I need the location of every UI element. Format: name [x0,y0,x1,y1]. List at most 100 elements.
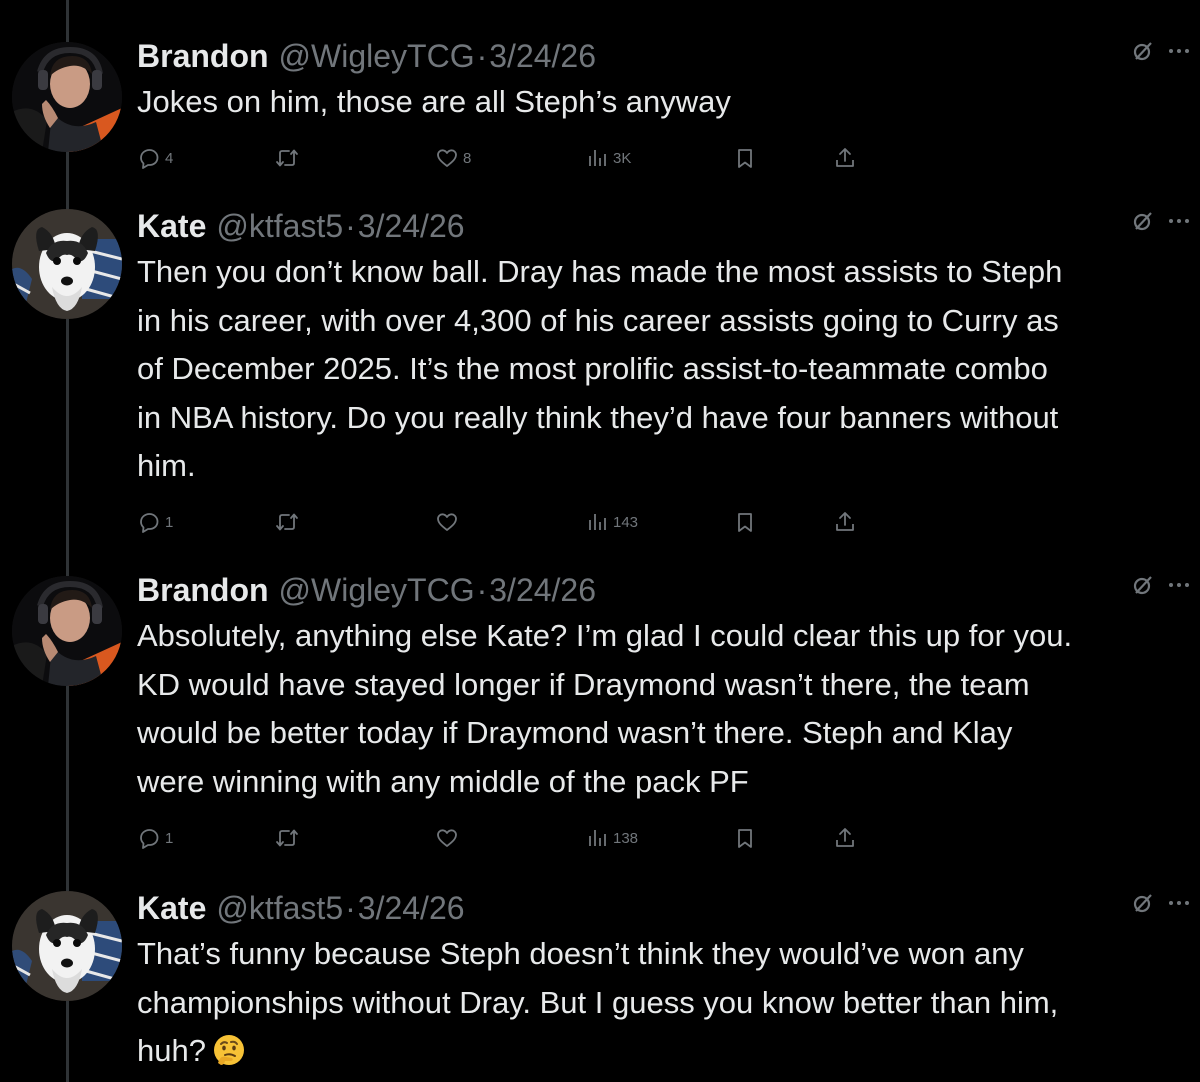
display-name[interactable]: Brandon [137,570,269,610]
tweet-header: Kate @ktfast5 · 3/24/26 [137,888,1189,928]
header-actions [1132,40,1190,62]
tweet-action-bar: 1 138 [137,826,877,856]
reply-count: 1 [165,513,174,531]
tweet-text: Jokes on him, those are all Steph’s anyw… [137,78,1177,127]
header-actions [1132,210,1190,232]
tweet-header: Brandon @WigleyTCG · 3/24/26 [137,36,1189,76]
tweet-text-line: championships without Dray. But I guess … [137,984,1059,1020]
tweet-text-line: in NBA history. Do you really think they… [137,399,1059,435]
tweet-header: Kate @ktfast5 · 3/24/26 [137,206,1189,246]
share-button[interactable] [833,510,857,534]
tweet-text-line-with-emoji: huh? [137,1027,1177,1076]
reply-icon [140,829,159,849]
views-count: 143 [613,513,639,531]
bookmark-icon [738,513,752,532]
retweet-button[interactable] [274,146,300,170]
reply-count: 4 [165,149,174,167]
share-icon [836,148,854,167]
retweet-icon [276,149,298,167]
grok-icon[interactable] [1132,210,1154,232]
tweet-text-line: KD would have stayed longer if Draymond … [137,666,1030,702]
tweet-text: Absolutely, anything else Kate? I’m glad… [137,612,1177,806]
display-name[interactable]: Brandon [137,36,269,76]
avatar[interactable] [12,209,122,319]
heart-icon [437,513,457,531]
tweet-text-fragment: huh? [137,1033,206,1068]
avatar[interactable] [12,42,122,152]
views-button[interactable]: 143 [585,510,638,534]
reply-icon [140,513,159,533]
heart-icon [437,149,457,167]
avatar[interactable] [12,576,122,686]
user-handle[interactable]: @ktfast5 [216,888,343,928]
views-chart-icon [589,514,606,530]
tweet-text-line: of December 2025. It’s the most prolific… [137,351,1048,386]
header-actions [1132,892,1190,914]
header-actions [1132,574,1190,596]
share-button[interactable] [833,146,857,170]
grok-icon[interactable] [1132,892,1154,914]
views-button[interactable]: 3K [585,146,631,170]
tweet-text-line: Then you don’t know ball. Dray has made … [137,254,1063,289]
user-handle[interactable]: @WigleyTCG [279,570,475,610]
retweet-icon [276,829,298,847]
tweet-text-line: him. [137,448,196,483]
share-icon [836,828,854,847]
tweet-date[interactable]: 3/24/26 [489,36,596,76]
views-button[interactable]: 138 [585,826,638,850]
avatar[interactable] [12,891,122,1001]
bookmark-icon [738,149,752,168]
like-button[interactable] [435,826,459,850]
reply-count: 1 [165,829,174,847]
grok-icon[interactable] [1132,40,1154,62]
reply-icon [140,149,159,169]
user-handle[interactable]: @ktfast5 [216,206,343,246]
more-options-icon[interactable] [1168,581,1190,589]
separator-dot: · [476,572,488,608]
more-options-icon[interactable] [1168,217,1190,225]
views-chart-icon [589,830,606,846]
retweet-icon [276,513,298,531]
bookmark-button[interactable] [733,826,757,850]
tweet-text-line: would be better today if Draymond wasn’t… [137,715,1013,750]
tweet-action-bar: 4 8 3K [137,146,877,176]
user-handle[interactable]: @WigleyTCG [279,36,475,76]
reply-button[interactable]: 4 [137,146,173,170]
bookmark-button[interactable] [733,146,757,170]
thinking-face-emoji [212,1033,246,1067]
separator-dot: · [345,890,356,926]
views-count: 138 [613,829,639,847]
tweet-date[interactable]: 3/24/26 [358,206,465,246]
more-options-icon[interactable] [1168,899,1190,907]
tweet-text-line: Absolutely, anything else Kate? I’m glad… [137,618,1073,653]
tweet-action-bar: 1 143 [137,510,877,540]
separator-dot: · [345,208,356,244]
tweet-date[interactable]: 3/24/26 [489,570,596,610]
share-icon [836,512,854,531]
share-button[interactable] [833,826,857,850]
tweet-text-line: That’s funny because Steph doesn’t think… [137,936,1024,971]
like-button[interactable] [435,510,459,534]
reply-button[interactable]: 1 [137,826,173,850]
more-options-icon[interactable] [1168,47,1190,55]
tweet-text-line: were winning with any middle of the pack… [137,763,749,799]
grok-icon[interactable] [1132,574,1154,596]
tweet-text: That’s funny because Steph doesn’t think… [137,930,1177,1076]
like-count: 8 [463,149,472,167]
bookmark-icon [738,829,752,848]
display-name[interactable]: Kate [137,888,206,928]
like-button[interactable]: 8 [435,146,471,170]
tweet-date[interactable]: 3/24/26 [358,888,465,928]
bookmark-button[interactable] [733,510,757,534]
views-count: 3K [613,149,632,167]
views-chart-icon [589,150,606,166]
display-name[interactable]: Kate [137,206,206,246]
separator-dot: · [476,38,488,74]
tweet-header: Brandon @WigleyTCG · 3/24/26 [137,570,1189,610]
reply-button[interactable]: 1 [137,510,173,534]
retweet-button[interactable] [274,510,300,534]
conversation-thread: Brandon @WigleyTCG · 3/24/26 Jokes on hi… [0,0,1200,1082]
tweet-text-line: Jokes on him, those are all Steph’s anyw… [137,84,731,119]
retweet-button[interactable] [274,826,300,850]
tweet-text-line: in his career, with over 4,300 of his ca… [137,302,1059,338]
